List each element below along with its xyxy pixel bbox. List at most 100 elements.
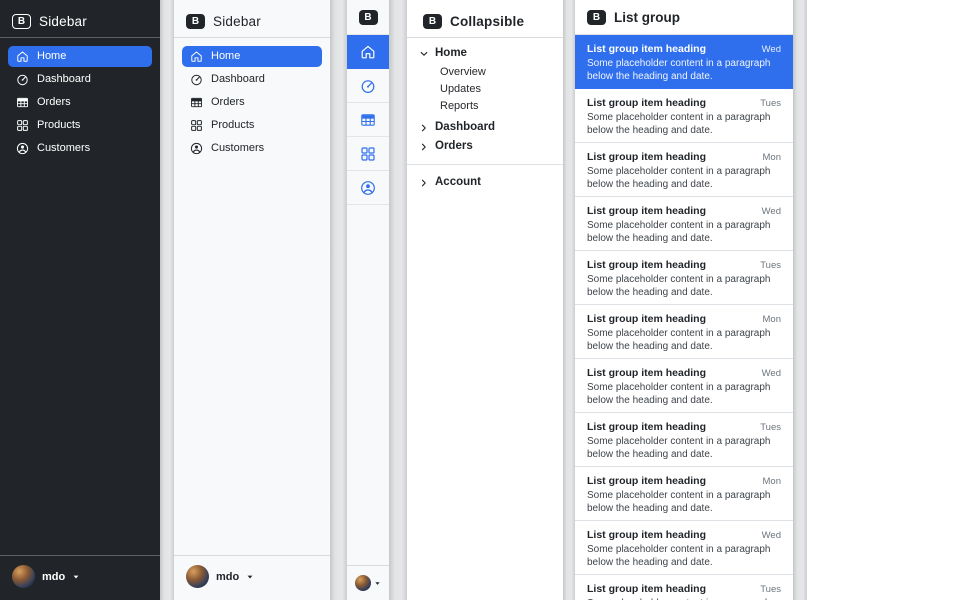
- list-group-item-day: Wed: [762, 206, 781, 217]
- bootstrap-logo-icon: B: [423, 14, 442, 29]
- collapsible-toggle-orders[interactable]: Orders: [419, 137, 551, 156]
- list-group-item[interactable]: List group item heading Mon Some placeho…: [575, 467, 793, 521]
- person-circle-icon: [360, 180, 376, 196]
- list-group-item-row: List group item heading Tues: [587, 259, 781, 271]
- content-area: [807, 0, 960, 600]
- table-icon: [360, 112, 376, 128]
- list-group-item-day: Tues: [760, 98, 781, 109]
- list-group-item-day: Wed: [762, 44, 781, 55]
- list-group-item-heading: List group item heading: [587, 313, 706, 325]
- user-name: mdo: [42, 571, 65, 583]
- sidebar-dark-item-orders[interactable]: Orders: [8, 92, 152, 113]
- list-group-item[interactable]: List group item heading Wed Some placeho…: [575, 197, 793, 251]
- speedometer-icon: [360, 78, 376, 94]
- list-group-item-body: Some placeholder content in a paragraph …: [587, 382, 779, 407]
- user-name: mdo: [216, 571, 239, 583]
- nav-light: Home Dashboard Orders Products Customers: [182, 46, 322, 161]
- nav-item-label: Orders: [37, 96, 71, 109]
- list-group-item[interactable]: List group item heading Wed Some placeho…: [575, 35, 793, 89]
- user-menu-dark[interactable]: mdo: [8, 556, 152, 592]
- list-group-item-heading: List group item heading: [587, 475, 706, 487]
- list-group-item[interactable]: List group item heading Wed Some placeho…: [575, 521, 793, 575]
- list-group-item[interactable]: List group item heading Tues Some placeh…: [575, 89, 793, 143]
- speedometer-icon: [190, 73, 203, 86]
- list-group-header[interactable]: B List group: [575, 0, 793, 35]
- collapsible-subitem-overview[interactable]: Overview: [440, 64, 551, 81]
- list-group-item-day: Wed: [762, 530, 781, 541]
- person-circle-icon: [190, 142, 203, 155]
- collapsible-toggle-home[interactable]: Home: [419, 44, 551, 63]
- sidebar-dark-brand[interactable]: B Sidebar: [8, 8, 152, 37]
- collapsible-toggle-account[interactable]: Account: [419, 173, 551, 192]
- list-group-item[interactable]: List group item heading Tues Some placeh…: [575, 251, 793, 305]
- spacer: [182, 161, 322, 555]
- icon-sidebar-item-products[interactable]: [347, 137, 389, 171]
- list-group-item-heading: List group item heading: [587, 529, 706, 541]
- list-group-item-heading: List group item heading: [587, 43, 706, 55]
- icon-sidebar-item-dashboard[interactable]: [347, 69, 389, 103]
- collapsible-toggle-label: Home: [435, 47, 467, 60]
- list-group-item-body: Some placeholder content in a paragraph …: [587, 544, 779, 569]
- user-menu-light[interactable]: mdo: [182, 556, 322, 592]
- example-divider: [330, 0, 347, 600]
- sidebars-examples-page: B Sidebar Home Dashboard Orders Products…: [0, 0, 960, 600]
- divider-line: [407, 37, 563, 38]
- list-group-item[interactable]: List group item heading Tues Some placeh…: [575, 575, 793, 600]
- sidebar-dark: B Sidebar Home Dashboard Orders Products…: [0, 0, 160, 600]
- list-group-item-row: List group item heading Tues: [587, 421, 781, 433]
- icon-sidebar-item-orders[interactable]: [347, 103, 389, 137]
- sidebar-dark-item-products[interactable]: Products: [8, 115, 152, 136]
- list-group-item-heading: List group item heading: [587, 151, 706, 163]
- table-icon: [190, 96, 203, 109]
- list-group-item-day: Tues: [760, 422, 781, 433]
- sidebar-light-item-customers[interactable]: Customers: [182, 138, 322, 159]
- collapsible-subitem-reports[interactable]: Reports: [440, 98, 551, 115]
- caret-down-icon: [72, 573, 80, 581]
- list-group-items: List group item heading Wed Some placeho…: [575, 35, 793, 600]
- list-group-item-heading: List group item heading: [587, 97, 706, 109]
- spacer: [347, 205, 389, 565]
- nav-item-label: Customers: [211, 142, 264, 155]
- divider-line: [407, 164, 563, 165]
- list-group-item[interactable]: List group item heading Mon Some placeho…: [575, 143, 793, 197]
- list-group-item-row: List group item heading Mon: [587, 151, 781, 163]
- list-group-item-body: Some placeholder content in a paragraph …: [587, 274, 779, 299]
- nav-item-label: Home: [211, 50, 240, 63]
- bootstrap-logo-icon: B: [186, 14, 205, 29]
- person-circle-icon: [16, 142, 29, 155]
- chevron-right-icon: [419, 178, 429, 188]
- list-group-item-body: Some placeholder content in a paragraph …: [587, 490, 779, 515]
- sidebar-light-item-dashboard[interactable]: Dashboard: [182, 69, 322, 90]
- sidebar-dark-item-home[interactable]: Home: [8, 46, 152, 67]
- sidebar-icons-brand[interactable]: B: [347, 0, 389, 35]
- collapsible-tree: Home OverviewUpdatesReports Dashboard Or…: [419, 44, 551, 192]
- list-group-item-row: List group item heading Wed: [587, 529, 781, 541]
- list-group-item-body: Some placeholder content in a paragraph …: [587, 220, 779, 245]
- list-group-item-row: List group item heading Wed: [587, 43, 781, 55]
- sidebar-collapsible-brand[interactable]: B Collapsible: [419, 8, 551, 37]
- icon-sidebar-item-customers[interactable]: [347, 171, 389, 205]
- sidebar-light-brand[interactable]: B Sidebar: [182, 8, 322, 37]
- grid-icon: [190, 119, 203, 132]
- nav-item-label: Dashboard: [37, 73, 91, 86]
- example-divider: [563, 0, 575, 600]
- sidebar-icons: B: [347, 0, 389, 600]
- icon-sidebar-item-home[interactable]: [347, 35, 389, 69]
- user-menu-icons[interactable]: [347, 566, 389, 600]
- collapsible-subitem-updates[interactable]: Updates: [440, 81, 551, 98]
- list-group-item[interactable]: List group item heading Mon Some placeho…: [575, 305, 793, 359]
- house-icon: [16, 50, 29, 63]
- sidebar-light-item-home[interactable]: Home: [182, 46, 322, 67]
- sidebar-light-item-products[interactable]: Products: [182, 115, 322, 136]
- collapsible-toggle-dashboard[interactable]: Dashboard: [419, 118, 551, 137]
- sidebar-light-item-orders[interactable]: Orders: [182, 92, 322, 113]
- list-group-item-row: List group item heading Wed: [587, 367, 781, 379]
- nav-item-label: Products: [211, 119, 254, 132]
- list-group-item-day: Mon: [763, 314, 781, 325]
- sidebar-dark-item-dashboard[interactable]: Dashboard: [8, 69, 152, 90]
- sidebar-title: Collapsible: [450, 14, 524, 29]
- list-group-item[interactable]: List group item heading Wed Some placeho…: [575, 359, 793, 413]
- list-group-item[interactable]: List group item heading Tues Some placeh…: [575, 413, 793, 467]
- list-group-panel: B List group List group item heading Wed…: [575, 0, 793, 600]
- sidebar-dark-item-customers[interactable]: Customers: [8, 138, 152, 159]
